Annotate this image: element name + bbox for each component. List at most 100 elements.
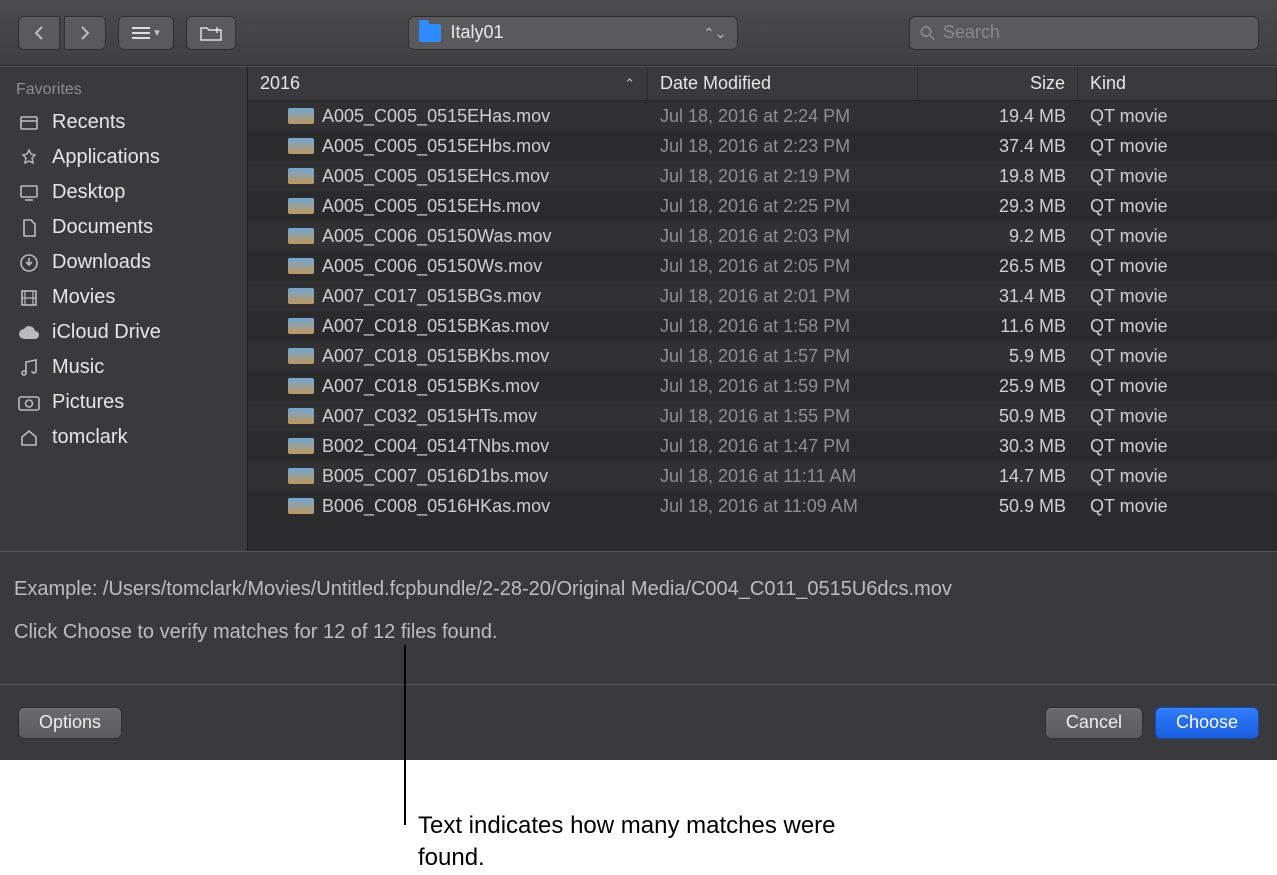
sidebar-item-label: Pictures (52, 391, 124, 414)
apps-icon (16, 148, 42, 168)
sidebar-item-documents[interactable]: Documents (0, 210, 247, 245)
file-date: Jul 18, 2016 at 2:05 PM (648, 256, 918, 277)
file-date: Jul 18, 2016 at 1:57 PM (648, 346, 918, 367)
file-rows[interactable]: A005_C005_0515EHas.movJul 18, 2016 at 2:… (248, 101, 1277, 551)
file-size: 31.4 MB (918, 286, 1078, 307)
video-thumbnail-icon (288, 258, 314, 274)
sidebar-item-tomclark[interactable]: tomclark (0, 420, 247, 455)
file-row[interactable]: A005_C005_0515EHs.mov Jul 18, 2016 at 2:2… (248, 191, 1277, 221)
file-date: Jul 18, 2016 at 1:58 PM (648, 316, 918, 337)
file-row[interactable]: A007_C018_0515BKbs.mov Jul 18, 2016 at 1:… (248, 341, 1277, 371)
file-size: 50.9 MB (918, 406, 1078, 427)
file-kind: QT movie (1078, 136, 1277, 157)
file-date: Jul 18, 2016 at 2:24 PM (648, 106, 918, 127)
sidebar-item-label: iCloud Drive (52, 321, 161, 344)
sidebar-item-applications[interactable]: Applications (0, 140, 247, 175)
file-date: Jul 18, 2016 at 2:03 PM (648, 226, 918, 247)
file-row[interactable]: A005_C006_05150Ws.mov Jul 18, 2016 at 2:0… (248, 251, 1277, 281)
sidebar-item-label: Desktop (52, 181, 125, 204)
view-mode-button[interactable]: ▾ (118, 16, 174, 50)
file-kind: QT movie (1078, 316, 1277, 337)
file-kind: QT movie (1078, 106, 1277, 127)
match-status-text: Click Choose to verify matches for 12 of… (14, 621, 1263, 644)
sidebar-item-movies[interactable]: Movies (0, 280, 247, 315)
video-thumbnail-icon (288, 378, 314, 394)
column-header-size[interactable]: Size (918, 67, 1078, 100)
video-thumbnail-icon (288, 228, 314, 244)
file-kind: QT movie (1078, 406, 1277, 427)
file-name: A005_C005_0515EHs.mov (322, 196, 540, 217)
nav-back-forward (18, 16, 106, 50)
file-row[interactable]: B002_C004_0514TNbs.movJul 18, 2016 at 1:… (248, 431, 1277, 461)
video-thumbnail-icon (288, 168, 314, 184)
main-area: Favorites RecentsApplicationsDesktopDocu… (0, 66, 1277, 551)
video-thumbnail-icon (288, 288, 314, 304)
path-dropdown[interactable]: Italy01 ⌃⌄ (408, 16, 738, 50)
back-button[interactable] (18, 16, 60, 50)
video-thumbnail-icon (288, 318, 314, 334)
video-thumbnail-icon (288, 438, 314, 454)
file-kind: QT movie (1078, 436, 1277, 457)
choose-button[interactable]: Choose (1155, 707, 1259, 739)
sidebar-item-label: Music (52, 356, 104, 379)
cloud-icon (16, 325, 42, 341)
sidebar-item-recents[interactable]: Recents (0, 105, 247, 140)
callout-text: Text indicates how many matches were fou… (418, 810, 838, 875)
new-folder-button[interactable] (186, 16, 236, 50)
column-header-kind[interactable]: Kind (1078, 67, 1277, 100)
file-date: Jul 18, 2016 at 1:59 PM (648, 376, 918, 397)
file-row[interactable]: A005_C005_0515EHbs.movJul 18, 2016 at 2:… (248, 131, 1277, 161)
documents-icon (16, 218, 42, 238)
file-size: 14.7 MB (918, 466, 1078, 487)
file-date: Jul 18, 2016 at 11:09 AM (648, 496, 918, 517)
file-date: Jul 18, 2016 at 2:25 PM (648, 196, 918, 217)
sidebar-item-icloud-drive[interactable]: iCloud Drive (0, 315, 247, 350)
sidebar-item-music[interactable]: Music (0, 350, 247, 385)
file-row[interactable]: A007_C017_0515BGs.mov Jul 18, 2016 at 2:0… (248, 281, 1277, 311)
video-thumbnail-icon (288, 198, 314, 214)
file-kind: QT movie (1078, 196, 1277, 217)
file-row[interactable]: A007_C018_0515BKs.movJul 18, 2016 at 1:5… (248, 371, 1277, 401)
options-button[interactable]: Options (18, 707, 122, 739)
file-name: A007_C032_0515HTs.mov (322, 406, 537, 427)
file-row[interactable]: B005_C007_0516D1bs.movJul 18, 2016 at 11… (248, 461, 1277, 491)
sidebar-item-label: Documents (52, 216, 153, 239)
file-name: B005_C007_0516D1bs.mov (322, 466, 548, 487)
chevron-left-icon (33, 26, 45, 40)
toolbar: ▾ Italy01 ⌃⌄ (0, 0, 1277, 66)
action-bar: Options Cancel Choose (0, 684, 1277, 760)
info-panel: Example: /Users/tomclark/Movies/Untitled… (0, 551, 1277, 684)
file-name: A005_C005_0515EHbs.mov (322, 136, 550, 157)
file-kind: QT movie (1078, 376, 1277, 397)
file-size: 29.3 MB (918, 196, 1078, 217)
file-kind: QT movie (1078, 226, 1277, 247)
downloads-icon (16, 253, 42, 273)
file-row[interactable]: A007_C018_0515BKas.mov Jul 18, 2016 at 1:… (248, 311, 1277, 341)
file-size: 19.8 MB (918, 166, 1078, 187)
sidebar-item-downloads[interactable]: Downloads (0, 245, 247, 280)
search-field[interactable] (909, 16, 1259, 50)
sidebar-item-desktop[interactable]: Desktop (0, 175, 247, 210)
file-name: A007_C017_0515BGs.mov (322, 286, 541, 307)
cancel-button[interactable]: Cancel (1045, 707, 1143, 739)
file-row[interactable]: B006_C008_0516HKas.movJul 18, 2016 at 11… (248, 491, 1277, 521)
file-kind: QT movie (1078, 286, 1277, 307)
home-icon (16, 428, 42, 448)
file-name: B002_C004_0514TNbs.mov (322, 436, 549, 457)
sidebar-item-pictures[interactable]: Pictures (0, 385, 247, 420)
file-name: A005_C006_05150Ws.mov (322, 256, 542, 277)
file-row[interactable]: A005_C005_0515EHas.movJul 18, 2016 at 2:… (248, 101, 1277, 131)
file-kind: QT movie (1078, 466, 1277, 487)
file-row[interactable]: A005_C005_0515EHcs.movJul 18, 2016 at 2:… (248, 161, 1277, 191)
forward-button[interactable] (64, 16, 106, 50)
file-size: 19.4 MB (918, 106, 1078, 127)
column-header-date[interactable]: Date Modified (648, 67, 918, 100)
music-icon (16, 358, 42, 378)
file-row[interactable]: A005_C006_05150Was.movJul 18, 2016 at 2:… (248, 221, 1277, 251)
search-input[interactable] (943, 22, 1248, 43)
file-name: A007_C018_0515BKbs.mov (322, 346, 549, 367)
file-row[interactable]: A007_C032_0515HTs.movJul 18, 2016 at 1:5… (248, 401, 1277, 431)
file-date: Jul 18, 2016 at 2:01 PM (648, 286, 918, 307)
file-name: A007_C018_0515BKas.mov (322, 316, 549, 337)
column-header-name[interactable]: 2016 ⌃ (248, 67, 648, 100)
